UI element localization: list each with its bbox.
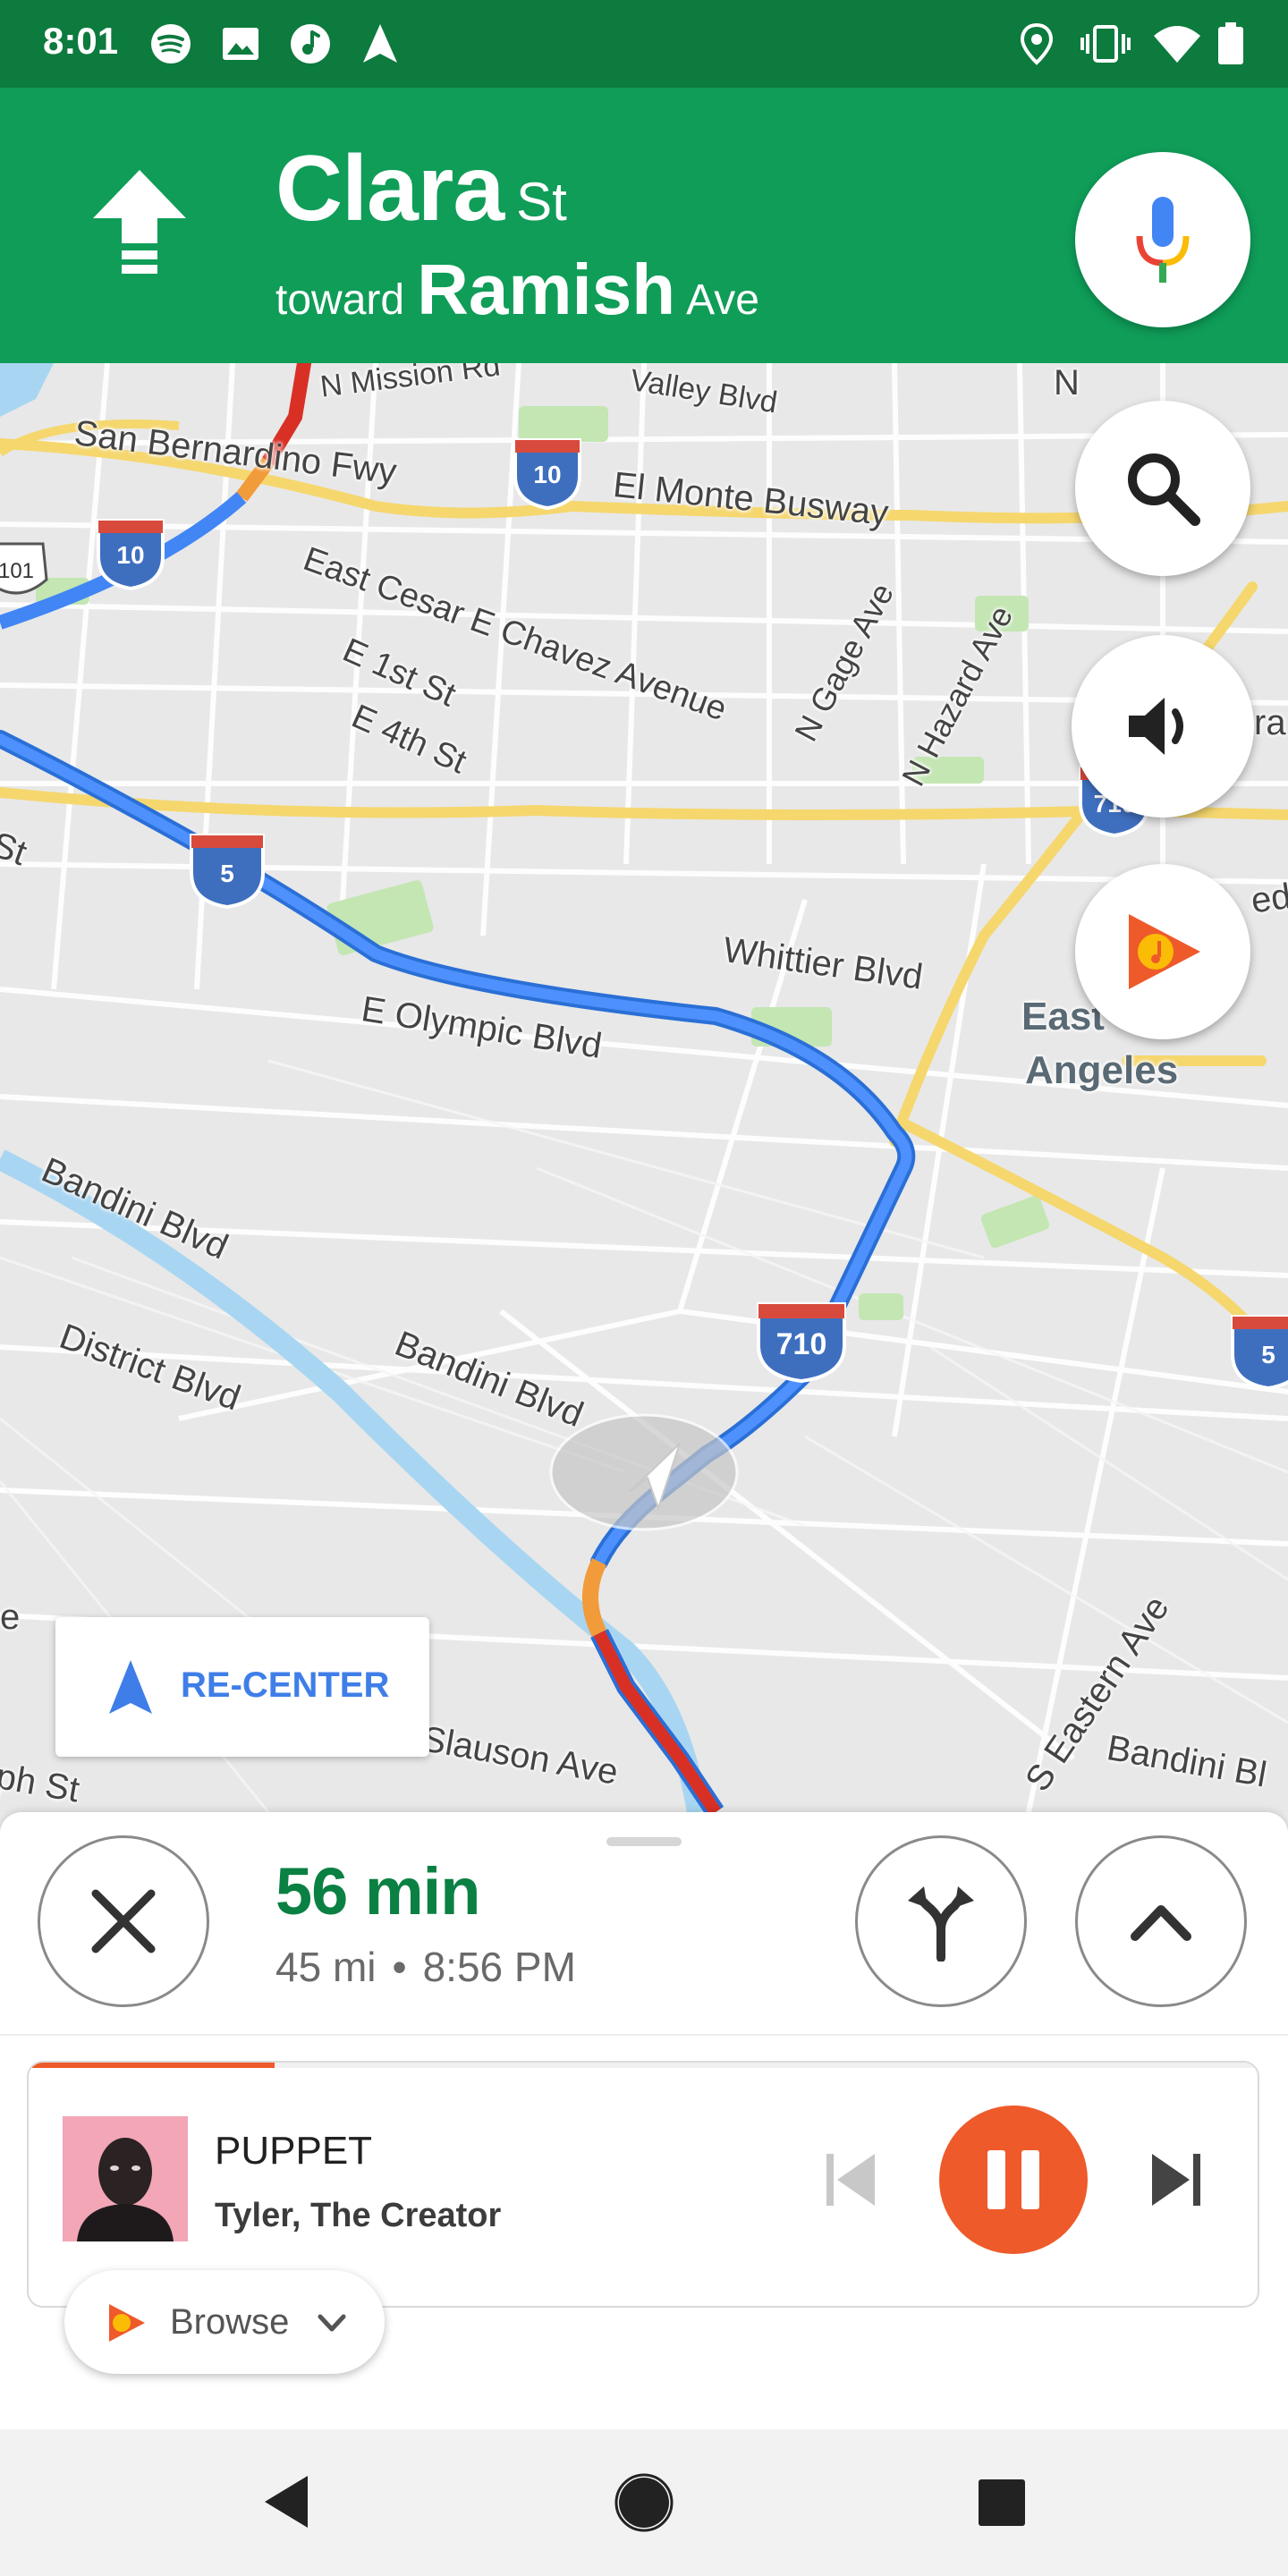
previous-track-button[interactable] (821, 2150, 880, 2209)
music-note-icon (291, 24, 330, 64)
browse-button[interactable]: Browse (64, 2270, 385, 2374)
home-button[interactable] (614, 2472, 674, 2533)
recents-button[interactable] (975, 2476, 1029, 2529)
route-fork-icon (908, 1886, 974, 1962)
voice-search-button[interactable] (1075, 152, 1250, 327)
straight-arrow-icon (93, 170, 186, 274)
trip-distance: 45 mi (275, 1944, 377, 1990)
location-icon (1020, 22, 1054, 65)
playback-progress[interactable] (29, 2063, 1258, 2068)
battery-icon (1218, 22, 1243, 64)
trip-duration: 56 min (275, 1854, 480, 1928)
image-icon (223, 28, 258, 60)
alternate-routes-button[interactable] (855, 1835, 1027, 2007)
trip-details: 45 mi • 8:56 PM (275, 1943, 576, 1991)
map-label: e (0, 1597, 21, 1637)
pause-button[interactable] (939, 2106, 1088, 2254)
navigation-icon (363, 24, 397, 63)
sound-icon (1129, 698, 1183, 755)
status-time: 8:01 (43, 20, 119, 62)
street-suffix: St (516, 172, 567, 232)
map-label: edr (1249, 874, 1288, 921)
system-navigation-bar (0, 2429, 1288, 2576)
track-artist: Tyler, The Creator (215, 2197, 502, 2234)
map-label: N (1054, 363, 1080, 402)
panel-divider (0, 2034, 1288, 2036)
album-art (63, 2116, 188, 2241)
svg-text:5: 5 (1261, 1341, 1275, 1368)
play-music-icon (1129, 914, 1200, 989)
svg-text:5: 5 (220, 860, 234, 887)
play-music-icon (109, 2304, 145, 2342)
svg-text:10: 10 (116, 541, 144, 569)
svg-text:710: 710 (776, 1327, 827, 1361)
svg-text:10: 10 (533, 461, 561, 488)
toward-suffix: Ave (686, 276, 759, 324)
trip-separator: • (392, 1944, 407, 1990)
arrival-time: 8:56 PM (422, 1944, 576, 1990)
navigation-header: Clara St toward Ramish Ave (0, 88, 1288, 363)
album-art-image (63, 2116, 188, 2241)
chevron-down-icon (318, 2314, 346, 2332)
pause-icon (987, 2150, 1039, 2209)
navigation-arrow-icon (109, 1660, 152, 1714)
map-label: ra (1254, 703, 1286, 742)
search-button[interactable] (1075, 401, 1250, 576)
track-title: PUPPET (215, 2129, 373, 2173)
toward-word: toward (275, 276, 405, 324)
chevron-up-icon (1131, 1905, 1191, 1941)
map-label: Angeles (1025, 1048, 1179, 1092)
map-view[interactable]: 10 10 5 710 710 (0, 363, 1288, 1812)
search-icon (1128, 453, 1200, 526)
current-street: Clara St (275, 136, 567, 242)
playback-progress-fill (29, 2063, 275, 2068)
play-music-button[interactable] (1075, 864, 1250, 1039)
wifi-icon (1154, 26, 1200, 63)
expand-panel-button[interactable] (1075, 1835, 1247, 2007)
spotify-icon (151, 24, 191, 64)
trip-panel: 56 min 45 mi • 8:56 PM PUPPET Tyler, The… (0, 1812, 1288, 2429)
sound-button[interactable] (1072, 635, 1254, 818)
browse-label: Browse (170, 2302, 290, 2342)
close-navigation-button[interactable] (38, 1835, 209, 2007)
close-icon (91, 1889, 156, 1953)
street-name: Clara (275, 137, 504, 241)
status-bar: 8:01 (0, 0, 1288, 88)
next-track-button[interactable] (1147, 2150, 1206, 2209)
toward-street: toward Ramish Ave (275, 249, 759, 331)
toward-name: Ramish (417, 250, 676, 329)
microphone-icon (1136, 197, 1190, 283)
vibrate-icon (1080, 25, 1131, 63)
back-button[interactable] (259, 2472, 313, 2531)
drag-handle[interactable] (606, 1837, 682, 1846)
svg-text:101: 101 (0, 559, 34, 583)
recenter-button[interactable]: RE-CENTER (55, 1617, 429, 1757)
recenter-label: RE-CENTER (181, 1665, 390, 1705)
